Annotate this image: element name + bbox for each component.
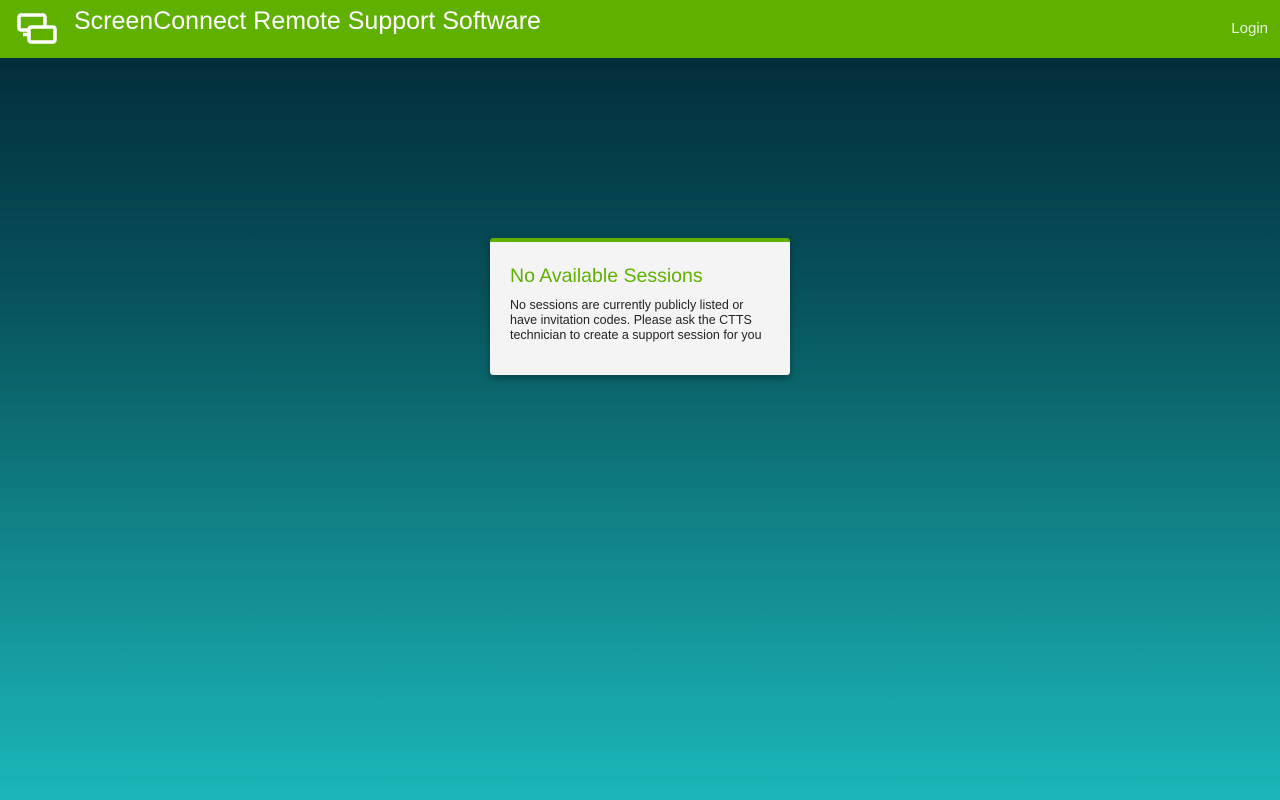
app-title: ScreenConnect Remote Support Software xyxy=(74,7,541,35)
card-title: No Available Sessions xyxy=(510,265,703,287)
login-link[interactable]: Login xyxy=(1231,19,1268,39)
top-bar: ScreenConnect Remote Support Software Lo… xyxy=(0,0,1280,58)
no-sessions-card: No Available Sessions No sessions are cu… xyxy=(490,238,790,375)
card-message: No sessions are currently publicly liste… xyxy=(510,298,762,342)
screenconnect-logo-icon[interactable] xyxy=(16,12,58,46)
